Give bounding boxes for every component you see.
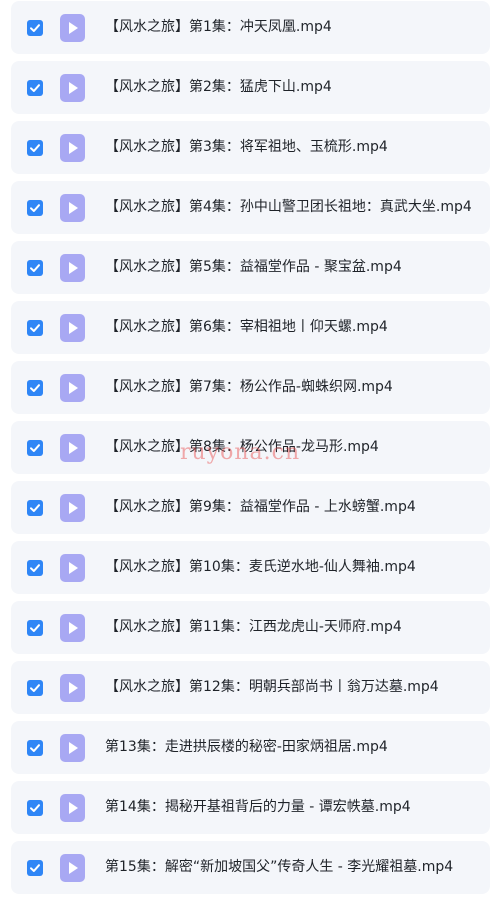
video-file-icon [60,194,85,222]
checkbox-checked-icon[interactable] [27,200,43,216]
video-file-icon [60,254,85,282]
file-row[interactable]: 第13集：走进拱辰楼的秘密-田家炳祖居.mp4 [11,721,490,774]
video-file-icon [60,794,85,822]
file-row[interactable]: 【风水之旅】第4集：孙中山警卫团长祖地：真武大坐.mp4 [11,181,490,234]
file-name: 【风水之旅】第10集：麦氏逆水地-仙人舞袖.mp4 [105,559,416,575]
file-row[interactable]: 【风水之旅】第2集：猛虎下山.mp4 [11,61,490,114]
file-name: 【风水之旅】第6集：宰相祖地丨仰天螺.mp4 [105,319,388,335]
checkbox-checked-icon[interactable] [27,140,43,156]
file-row[interactable]: 【风水之旅】第10集：麦氏逆水地-仙人舞袖.mp4 [11,541,490,594]
video-file-icon [60,494,85,522]
checkbox-checked-icon[interactable] [27,380,43,396]
file-name: 第14集：揭秘开基祖背后的力量 - 谭宏帙墓.mp4 [105,799,411,815]
checkbox-checked-icon[interactable] [27,440,43,456]
checkbox-checked-icon[interactable] [27,320,43,336]
video-file-icon [60,614,85,642]
file-row[interactable]: 【风水之旅】第7集：杨公作品-蜘蛛织网.mp4 [11,361,490,414]
file-row[interactable]: 【风水之旅】第6集：宰相祖地丨仰天螺.mp4 [11,301,490,354]
file-name: 【风水之旅】第2集：猛虎下山.mp4 [105,79,332,95]
video-file-icon [60,674,85,702]
video-file-icon [60,14,85,42]
checkbox-checked-icon[interactable] [27,20,43,36]
file-name: 【风水之旅】第4集：孙中山警卫团长祖地：真武大坐.mp4 [105,199,472,215]
video-file-icon [60,854,85,882]
file-name: 第13集：走进拱辰楼的秘密-田家炳祖居.mp4 [105,739,388,755]
file-row[interactable]: 【风水之旅】第8集：杨公作品-龙马形.mp4 [11,421,490,474]
file-row[interactable]: 【风水之旅】第9集：益福堂作品 - 上水螃蟹.mp4 [11,481,490,534]
file-name: 【风水之旅】第8集：杨公作品-龙马形.mp4 [105,439,379,455]
file-name: 【风水之旅】第11集：江西龙虎山-天师府.mp4 [105,619,402,635]
checkbox-checked-icon[interactable] [27,740,43,756]
file-row[interactable]: 第14集：揭秘开基祖背后的力量 - 谭宏帙墓.mp4 [11,781,490,834]
file-row[interactable]: 第15集：解密“新加坡国父”传奇人生 - 李光耀祖墓.mp4 [11,841,490,894]
checkbox-checked-icon[interactable] [27,80,43,96]
file-row[interactable]: 【风水之旅】第5集：益福堂作品 - 聚宝盆.mp4 [11,241,490,294]
checkbox-checked-icon[interactable] [27,620,43,636]
file-name: 第15集：解密“新加坡国父”传奇人生 - 李光耀祖墓.mp4 [105,859,454,875]
file-name: 【风水之旅】第3集：将军祖地、玉梳形.mp4 [105,139,388,155]
file-row[interactable]: 【风水之旅】第11集：江西龙虎山-天师府.mp4 [11,601,490,654]
video-file-icon [60,74,85,102]
checkbox-checked-icon[interactable] [27,260,43,276]
file-name: 【风水之旅】第12集：明朝兵部尚书丨翁万达墓.mp4 [105,679,439,695]
checkbox-checked-icon[interactable] [27,800,43,816]
video-file-icon [60,374,85,402]
file-row[interactable]: 【风水之旅】第12集：明朝兵部尚书丨翁万达墓.mp4 [11,661,490,714]
checkbox-checked-icon[interactable] [27,500,43,516]
file-name: 【风水之旅】第9集：益福堂作品 - 上水螃蟹.mp4 [105,499,416,515]
file-row[interactable]: 【风水之旅】第3集：将军祖地、玉梳形.mp4 [11,121,490,174]
video-file-icon [60,314,85,342]
video-file-icon [60,434,85,462]
file-name: 【风水之旅】第7集：杨公作品-蜘蛛织网.mp4 [105,379,393,395]
file-name: 【风水之旅】第1集：冲天凤凰.mp4 [105,19,332,35]
video-file-icon [60,734,85,762]
file-name: 【风水之旅】第5集：益福堂作品 - 聚宝盆.mp4 [105,259,402,275]
file-row[interactable]: 【风水之旅】第1集：冲天凤凰.mp4 [11,1,490,54]
checkbox-checked-icon[interactable] [27,680,43,696]
video-file-icon [60,134,85,162]
checkbox-checked-icon[interactable] [27,860,43,876]
video-file-icon [60,554,85,582]
checkbox-checked-icon[interactable] [27,560,43,576]
